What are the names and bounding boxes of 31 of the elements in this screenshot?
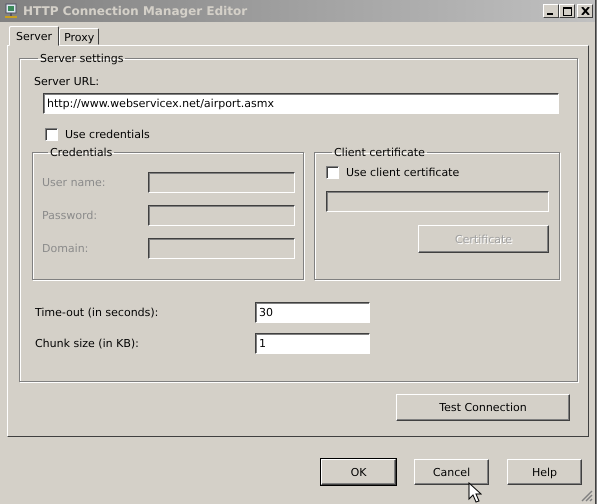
field-label: Time-out (in seconds):: [35, 306, 160, 319]
group-title: Credentials: [49, 146, 114, 159]
mouse-cursor-icon: [468, 482, 482, 504]
checkbox[interactable]: [326, 166, 339, 179]
checkbox[interactable]: [45, 128, 58, 141]
dialog-button[interactable]: OK: [321, 459, 396, 485]
tab[interactable]: Server: [9, 26, 60, 46]
checkbox-label: Use credentials: [65, 128, 150, 141]
group-title: Server settings: [39, 52, 124, 65]
resize-grip-icon: [581, 490, 593, 502]
minimize-button[interactable]: [543, 4, 559, 18]
field-label: Chunk size (in KB):: [35, 337, 140, 350]
server-url-field[interactable]: http://www.webservicex.net/airport.asmx: [43, 93, 559, 114]
timeout-field[interactable]: 30: [255, 302, 370, 323]
tab[interactable]: Proxy: [59, 28, 100, 45]
maximize-button[interactable]: [559, 4, 575, 18]
maximize-icon: [562, 6, 572, 16]
field-label: Domain:: [42, 242, 88, 255]
dialog-button[interactable]: Cancel: [414, 459, 489, 485]
window-title: HTTP Connection Manager Editor: [23, 4, 248, 18]
field-label: User name:: [42, 176, 106, 189]
field-label: Server URL:: [34, 75, 100, 88]
checkbox-label: Use client certificate: [346, 166, 460, 179]
dialog-button[interactable]: Help: [507, 459, 582, 485]
test-connection-button[interactable]: Test Connection: [396, 394, 570, 421]
field-label: Password:: [42, 209, 98, 222]
close-icon: [580, 7, 590, 15]
group-title: Client certificate: [333, 146, 426, 159]
network-icon: [3, 3, 19, 19]
chunk-size-field[interactable]: 1: [255, 333, 370, 354]
close-button[interactable]: [577, 4, 593, 18]
